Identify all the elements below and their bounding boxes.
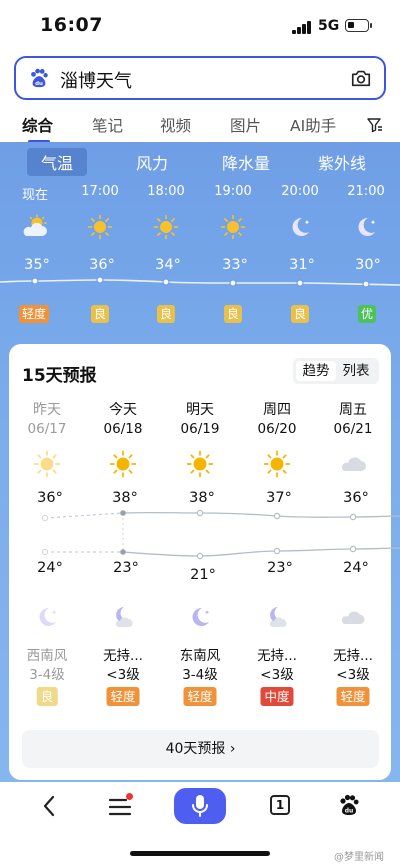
sun-icon	[153, 214, 179, 240]
wind-level: 3-4级	[182, 667, 218, 683]
wind-direction: 无持...	[257, 648, 297, 664]
back-icon[interactable]	[40, 794, 60, 818]
metric-tab-uv[interactable]: 紫外线	[318, 150, 366, 174]
hour-time: 18:00	[147, 184, 185, 199]
low-temp: 24°	[343, 560, 369, 576]
wind-direction: 无持...	[333, 648, 373, 664]
search-input[interactable]: 淄博天气	[60, 67, 132, 93]
status-time: 16:07	[40, 14, 103, 36]
aqi-badge: 良	[290, 305, 310, 323]
day-name: 昨天	[33, 402, 61, 418]
aqi-badge: 良	[36, 687, 58, 706]
metric-tab-precipitation[interactable]: 降水量	[222, 150, 270, 174]
moon-cloud-icon	[269, 607, 287, 627]
forecast-title: 15天预报	[22, 366, 97, 386]
wind-level: <3级	[106, 667, 140, 683]
view-toggle: 趋势 列表	[293, 358, 379, 384]
svg-text:du: du	[345, 808, 354, 815]
low-temp: 21°	[190, 567, 216, 583]
day-date: 06/20	[257, 421, 297, 437]
aqi-badge: 良	[90, 305, 110, 323]
day-name: 周四	[263, 402, 291, 418]
metric-tabs: 气温 风力 降水量 紫外线	[0, 146, 400, 176]
status-bar: 16:07 5G	[0, 0, 400, 52]
wind-direction: 无持...	[103, 648, 143, 664]
sun-icon	[220, 214, 246, 240]
sun-icon	[33, 450, 61, 478]
hour-time: 20:00	[281, 184, 319, 199]
day-date: 06/21	[333, 421, 373, 437]
moon-cloud-icon	[115, 607, 133, 627]
aqi-badge: 轻度	[106, 687, 140, 706]
tab-images[interactable]: 图片	[230, 114, 261, 136]
filter-icon[interactable]	[367, 117, 383, 133]
sun-icon	[87, 214, 113, 240]
microphone-icon	[192, 795, 208, 817]
network-type: 5G	[318, 18, 340, 34]
baidu-paw-icon: du	[31, 68, 48, 88]
day-name: 周五	[339, 402, 367, 418]
tab-video[interactable]: 视频	[160, 114, 191, 136]
wind-level: 3-4级	[29, 667, 65, 683]
aqi-badge: 良	[156, 305, 176, 323]
cloud-icon	[341, 457, 366, 471]
cloud-icon	[341, 611, 365, 624]
tab-notes[interactable]: 笔记	[92, 114, 123, 136]
aqi-badge: 轻度	[18, 305, 50, 323]
home-indicator	[130, 851, 270, 856]
metric-tab-wind[interactable]: 风力	[136, 150, 168, 174]
forecast-40day-button[interactable]: 40天预报 ›	[22, 730, 379, 768]
day-name: 明天	[186, 402, 214, 418]
notification-dot	[126, 793, 133, 800]
hour-time: 19:00	[214, 184, 252, 199]
aqi-badge: 优	[357, 305, 377, 323]
watermark: @梦里新闻	[334, 852, 384, 863]
hourly-temp-curve	[0, 276, 400, 288]
tab-all[interactable]: 综合	[22, 114, 53, 136]
tabs-count-button[interactable]: 1	[270, 795, 290, 815]
moon-icon	[192, 607, 210, 626]
wind-direction: 东南风	[179, 648, 221, 664]
wind-direction: 西南风	[26, 648, 68, 664]
moon-icon	[358, 217, 376, 236]
search-tabs: 综合 笔记 视频 图片 AI助手	[0, 110, 400, 144]
signal-icon	[292, 21, 312, 34]
sun-icon	[186, 450, 214, 478]
aqi-badge: 轻度	[336, 687, 370, 706]
wind-level: <3级	[260, 667, 294, 683]
voice-search-button[interactable]	[174, 788, 226, 824]
hour-time: 17:00	[81, 184, 119, 199]
low-temp: 23°	[267, 560, 293, 576]
aqi-badge: 轻度	[183, 687, 217, 706]
svg-text:du: du	[35, 81, 43, 87]
moon-icon	[39, 607, 57, 626]
low-temp: 24°	[37, 560, 63, 576]
sun-icon	[263, 450, 291, 478]
day-date: 06/17	[27, 421, 67, 437]
camera-icon[interactable]	[350, 67, 372, 89]
baidu-paw-icon[interactable]: du	[337, 792, 361, 818]
toggle-trend[interactable]: 趋势	[296, 361, 336, 381]
metric-tab-temperature[interactable]: 气温	[27, 148, 88, 176]
sun-icon	[109, 450, 137, 478]
battery-icon	[345, 19, 372, 32]
toggle-list[interactable]: 列表	[336, 361, 376, 381]
day-name: 今天	[109, 402, 137, 418]
aqi-badge: 良	[223, 305, 243, 323]
search-box[interactable]: du 淄博天气	[14, 56, 386, 100]
wind-level: <3级	[336, 667, 370, 683]
hour-time: 现在	[21, 188, 48, 203]
partly-cloudy-icon	[23, 214, 47, 236]
aqi-badge: 中度	[260, 687, 294, 706]
tab-ai-assistant[interactable]: AI助手	[290, 114, 336, 136]
moon-icon	[292, 217, 310, 236]
hour-time: 21:00	[347, 184, 385, 199]
day-date: 06/18	[103, 421, 143, 437]
day-date: 06/19	[180, 421, 220, 437]
low-temp: 23°	[113, 560, 139, 576]
